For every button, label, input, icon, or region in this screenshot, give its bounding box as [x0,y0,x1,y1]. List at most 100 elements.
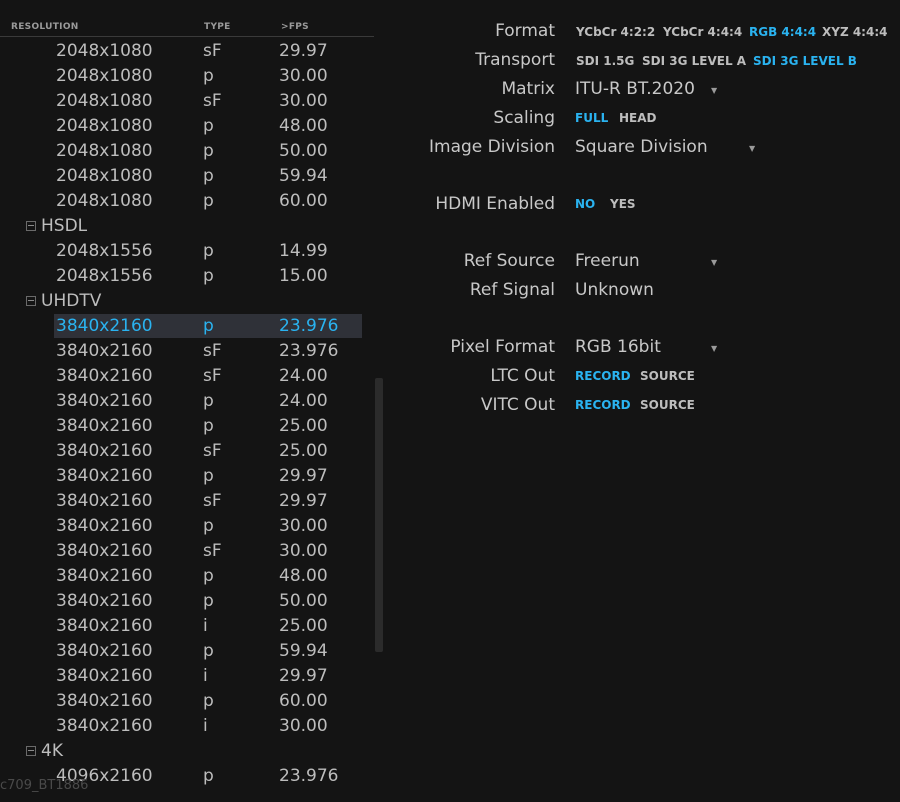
list-row[interactable]: 3840x2160 sF 30.00 [0,539,370,564]
column-header-fps[interactable]: >FPS [281,22,309,32]
scaling-label: Scaling [493,108,555,128]
type-cell: sF [203,441,222,461]
fps-cell: 29.97 [279,491,328,511]
list-row[interactable]: 2048x1080 p 60.00 [0,189,370,214]
resolution-cell: 3840x2160 [56,466,153,486]
format-option-ycbcr444[interactable]: YCbCr 4:4:4 [663,25,742,39]
list-row[interactable]: 2048x1080 p 30.00 [0,64,370,89]
list-row[interactable]: 2048x1080 p 48.00 [0,114,370,139]
type-cell: p [203,166,214,186]
list-row-selected[interactable]: 3840x2160 p 23.976 [0,314,370,339]
fps-cell: 50.00 [279,141,328,161]
list-row[interactable]: 3840x2160 sF 24.00 [0,364,370,389]
hdmi-option-yes[interactable]: YES [610,197,636,211]
transport-option-sdi-3g-b[interactable]: SDI 3G LEVEL B [753,54,857,68]
list-row[interactable]: 3840x2160 i 29.97 [0,664,370,689]
list-row[interactable]: 3840x2160 p 29.97 [0,464,370,489]
collapse-icon[interactable] [26,221,36,231]
list-row[interactable]: 2048x1080 p 50.00 [0,139,370,164]
resolution-cell: 3840x2160 [56,491,153,511]
list-row[interactable]: 3840x2160 p 60.00 [0,689,370,714]
transport-option-sdi-3g-a[interactable]: SDI 3G LEVEL A [642,54,746,68]
list-row[interactable]: 3840x2160 i 30.00 [0,714,370,739]
resolution-cell: 3840x2160 [56,391,153,411]
vitc-option-source[interactable]: SOURCE [640,398,695,412]
list-row[interactable]: 3840x2160 sF 29.97 [0,489,370,514]
type-cell: p [203,416,214,436]
collapse-icon[interactable] [26,296,36,306]
chevron-down-icon[interactable]: ▼ [711,344,717,353]
chevron-down-icon[interactable]: ▼ [749,144,755,153]
chevron-down-icon[interactable]: ▼ [711,258,717,267]
list-row[interactable]: 2048x1080 sF 29.97 [0,39,370,64]
scaling-option-head[interactable]: HEAD [619,111,657,125]
resolution-cell: 3840x2160 [56,441,153,461]
collapse-icon[interactable] [26,746,36,756]
resolution-cell: 3840x2160 [56,516,153,536]
list-row[interactable]: 3840x2160 p 24.00 [0,389,370,414]
lut-label: c709_BT1886 [0,778,89,793]
scaling-option-full[interactable]: FULL [575,111,608,125]
list-row[interactable]: 3840x2160 p 50.00 [0,589,370,614]
resolution-cell: 3840x2160 [56,541,153,561]
list-group-header[interactable]: 4K [0,739,370,764]
chevron-down-icon[interactable]: ▼ [711,86,717,95]
column-header-type[interactable]: TYPE [204,22,231,32]
ltc-option-record[interactable]: RECORD [575,369,631,383]
pixel-format-dropdown[interactable]: RGB 16bit [575,337,661,357]
transport-label: Transport [475,50,555,70]
fps-cell: 59.94 [279,641,328,661]
type-cell: p [203,316,214,336]
ref-source-label: Ref Source [463,251,555,271]
list-row[interactable]: 3840x2160 p 25.00 [0,414,370,439]
resolution-cell: 2048x1556 [56,241,153,261]
image-division-label: Image Division [429,137,555,157]
type-cell: p [203,66,214,86]
list-row[interactable]: 2048x1556 p 15.00 [0,264,370,289]
ref-signal-value: Unknown [575,280,654,300]
column-header-resolution[interactable]: RESOLUTION [11,22,79,32]
resolution-cell: 2048x1080 [56,91,153,111]
ltc-option-source[interactable]: SOURCE [640,369,695,383]
ref-source-dropdown[interactable]: Freerun [575,251,640,271]
list-row[interactable]: 2048x1080 sF 30.00 [0,89,370,114]
resolution-cell: 3840x2160 [56,316,153,336]
list-row[interactable]: 3840x2160 i 25.00 [0,614,370,639]
type-cell: p [203,141,214,161]
type-cell: i [203,716,208,736]
list-scrollbar[interactable] [375,378,383,652]
type-cell: sF [203,491,222,511]
format-option-ycbcr422[interactable]: YCbCr 4:2:2 [576,25,655,39]
matrix-dropdown[interactable]: ITU-R BT.2020 [575,79,695,99]
image-division-dropdown[interactable]: Square Division [575,137,708,157]
resolution-cell: 2048x1080 [56,66,153,86]
resolution-cell: 3840x2160 [56,416,153,436]
list-row[interactable]: 2048x1556 p 14.99 [0,239,370,264]
type-cell: p [203,391,214,411]
list-row[interactable]: 3840x2160 p 48.00 [0,564,370,589]
format-option-xyz444[interactable]: XYZ 4:4:4 [822,25,887,39]
fps-cell: 48.00 [279,116,328,136]
transport-option-sdi-1-5g[interactable]: SDI 1.5G [576,54,634,68]
list-row[interactable]: 3840x2160 sF 25.00 [0,439,370,464]
list-row[interactable]: 3840x2160 sF 23.976 [0,339,370,364]
fps-cell: 25.00 [279,441,328,461]
list-group-header[interactable]: UHDTV [0,289,370,314]
hdmi-option-no[interactable]: NO [575,197,595,211]
fps-cell: 23.976 [279,766,339,786]
type-cell: p [203,241,214,261]
list-row[interactable]: 3840x2160 p 30.00 [0,514,370,539]
list-column-header: RESOLUTION TYPE >FPS [0,16,374,37]
list-group-header[interactable]: HSDL [0,214,370,239]
type-cell: p [203,691,214,711]
list-row[interactable]: 2048x1080 p 59.94 [0,164,370,189]
list-row[interactable]: 3840x2160 p 59.94 [0,639,370,664]
resolution-cell: 3840x2160 [56,666,153,686]
fps-cell: 30.00 [279,541,328,561]
type-cell: sF [203,91,222,111]
hdmi-enabled-label: HDMI Enabled [435,194,555,214]
fps-cell: 29.97 [279,466,328,486]
fps-cell: 30.00 [279,516,328,536]
vitc-option-record[interactable]: RECORD [575,398,631,412]
format-option-rgb444[interactable]: RGB 4:4:4 [749,25,816,39]
